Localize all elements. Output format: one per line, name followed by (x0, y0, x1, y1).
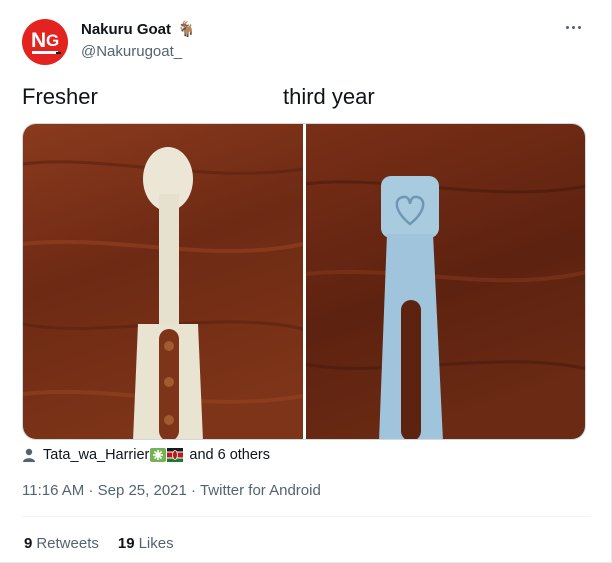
tweet-text-third-year: third year (283, 84, 375, 109)
avatar-logo-dot (56, 52, 61, 54)
tweet-text: Fresher third year (22, 84, 592, 110)
more-dot (578, 26, 581, 29)
goat-emoji-icon: 🐐 (177, 21, 196, 38)
engagement-stats: 9 Retweets 19 Likes (24, 535, 193, 552)
retweets-stat[interactable]: 9 Retweets (24, 535, 99, 552)
person-icon (23, 448, 35, 462)
more-dot (572, 26, 575, 29)
separator-dot: · (191, 482, 197, 499)
likes-label: Likes (138, 535, 174, 552)
right-photo[interactable] (305, 124, 586, 440)
author-handle[interactable]: @Nakurugoat_ (81, 43, 182, 60)
liked-by-row[interactable]: Tata_wa_Harrier and 6 others (22, 446, 270, 464)
more-options-icon[interactable] (566, 26, 581, 29)
tweet-media[interactable] (22, 123, 586, 440)
tweet-metadata: 11:16 AM · Sep 25, 2021 · Twitter for An… (22, 482, 321, 499)
left-photo[interactable] (23, 124, 304, 440)
liker-name[interactable]: Tata_wa_Harrier (43, 447, 149, 463)
likes-stat[interactable]: 19 Likes (118, 535, 174, 552)
avatar-logo-letter: G (46, 31, 60, 50)
tweet-date[interactable]: Sep 25, 2021 (98, 482, 187, 499)
separator-dot: · (88, 482, 94, 499)
kenya-flag-icon (167, 448, 184, 462)
divider (22, 516, 590, 517)
tweet-source[interactable]: Twitter for Android (200, 482, 321, 499)
sparkle-emoji-icon (150, 448, 167, 462)
blue-clip (379, 176, 443, 439)
retweets-label: Retweets (36, 535, 99, 552)
and-others-label[interactable]: and 6 others (189, 447, 270, 463)
retweets-count: 9 (24, 535, 33, 552)
more-dot (566, 26, 569, 29)
tweet-time[interactable]: 11:16 AM (22, 482, 84, 499)
likes-count: 19 (117, 535, 135, 552)
tweet-text-fresher: Fresher (22, 84, 98, 109)
avatar-logo-bar (32, 51, 58, 54)
avatar-logo-letter: N (31, 29, 46, 52)
author-display-name[interactable]: Nakuru Goat (81, 21, 171, 38)
avatar[interactable]: N G (22, 19, 68, 65)
